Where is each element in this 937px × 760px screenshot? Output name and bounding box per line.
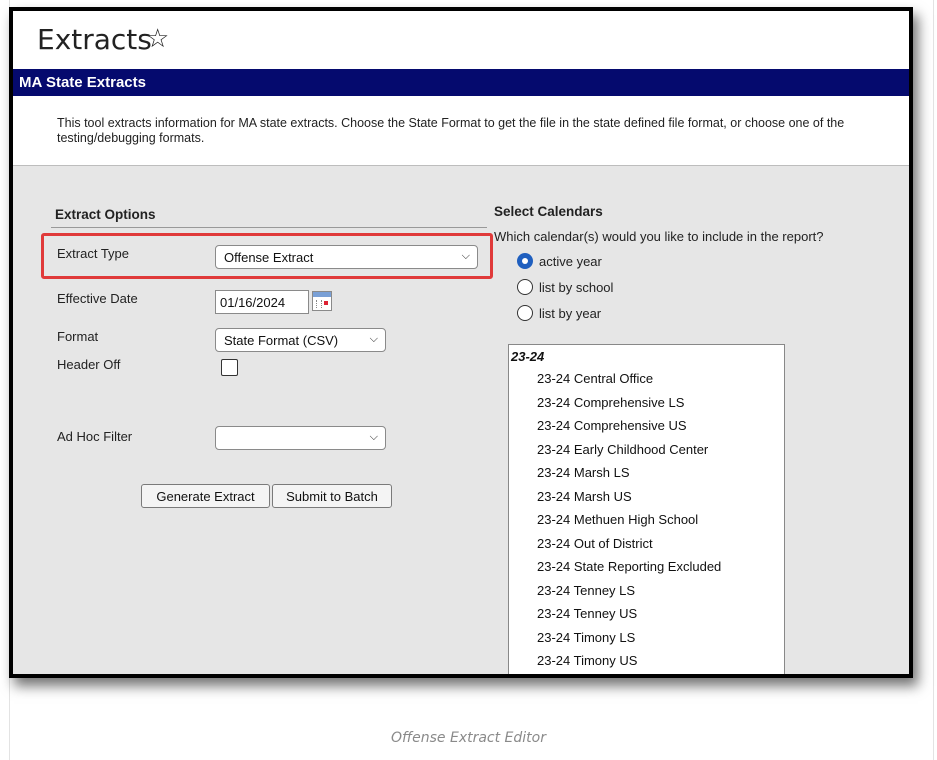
extract-type-value: Offense Extract	[224, 250, 314, 265]
calendar-list-item[interactable]: 23-24 Methuen High School	[537, 512, 698, 527]
description-box: This tool extracts information for MA st…	[13, 96, 909, 166]
page-title: Extracts	[37, 23, 152, 56]
calendar-listbox[interactable]: 23-24 23-24 Central Office 23-24 Compreh…	[508, 344, 785, 674]
calendar-group-label: 23-24	[511, 349, 545, 364]
calendar-list-item[interactable]: 23-24 Tenney US	[537, 606, 637, 621]
radio-list-by-year-label: list by year	[539, 306, 602, 321]
calendar-list-item[interactable]: 23-24 Timony LS	[537, 630, 635, 645]
section-header: MA State Extracts	[13, 69, 909, 96]
radio-list-by-year[interactable]	[517, 305, 533, 321]
format-label: Format	[57, 329, 99, 344]
calendar-icon[interactable]	[312, 291, 332, 311]
radio-list-by-school-label: list by school	[539, 280, 614, 295]
extracts-window: Extracts ☆ MA State Extracts This tool e…	[9, 7, 913, 678]
calendar-list-item[interactable]: 23-24 Tenney LS	[537, 583, 635, 598]
extract-type-label: Extract Type	[57, 246, 130, 261]
ad-hoc-filter-label: Ad Hoc Filter	[57, 429, 133, 444]
calendar-list-item[interactable]: 23-24 Marsh US	[537, 489, 632, 504]
submit-to-batch-button[interactable]: Submit to Batch	[272, 484, 392, 508]
description-text: This tool extracts information for MA st…	[57, 116, 845, 145]
calendars-question: Which calendar(s) would you like to incl…	[494, 229, 824, 244]
image-caption: Offense Extract Editor	[391, 730, 546, 746]
calendar-list-item[interactable]: 23-24 Central Office	[537, 371, 653, 386]
extract-options-divider	[51, 227, 487, 228]
chevron-down-icon: ⌵	[369, 332, 378, 345]
effective-date-label: Effective Date	[57, 291, 138, 306]
calendar-list-item[interactable]: 23-24 Marsh LS	[537, 465, 630, 480]
calendar-list-item[interactable]: 23-24 Comprehensive LS	[537, 395, 684, 410]
star-icon[interactable]: ☆	[146, 24, 169, 54]
effective-date-input[interactable]: 01/16/2024	[215, 290, 309, 314]
radio-active-year[interactable]	[517, 253, 533, 269]
format-select[interactable]: State Format (CSV) ⌵	[215, 328, 386, 352]
title-bar: Extracts ☆	[13, 11, 909, 69]
extract-type-select[interactable]: Offense Extract ⌵	[215, 245, 478, 269]
calendar-list-item[interactable]: 23-24 Timony US	[537, 653, 637, 668]
calendar-list-item[interactable]: 23-24 Comprehensive US	[537, 418, 687, 433]
header-off-label: Header Off	[57, 357, 121, 372]
select-calendars-heading: Select Calendars	[494, 204, 603, 219]
header-off-checkbox[interactable]	[221, 359, 238, 376]
ad-hoc-filter-select[interactable]: ⌵	[215, 426, 386, 450]
chevron-down-icon: ⌵	[461, 249, 470, 262]
radio-active-year-label: active year	[539, 254, 602, 269]
format-value: State Format (CSV)	[224, 333, 339, 348]
extract-options-heading: Extract Options	[55, 207, 156, 222]
chevron-down-icon: ⌵	[369, 430, 378, 443]
calendar-list-item[interactable]: 23-24 State Reporting Excluded	[537, 559, 721, 574]
radio-list-by-school[interactable]	[517, 279, 533, 295]
generate-extract-button[interactable]: Generate Extract	[141, 484, 270, 508]
calendar-list-item[interactable]: 23-24 Early Childhood Center	[537, 442, 708, 457]
calendar-list-item[interactable]: 23-24 Out of District	[537, 536, 653, 551]
